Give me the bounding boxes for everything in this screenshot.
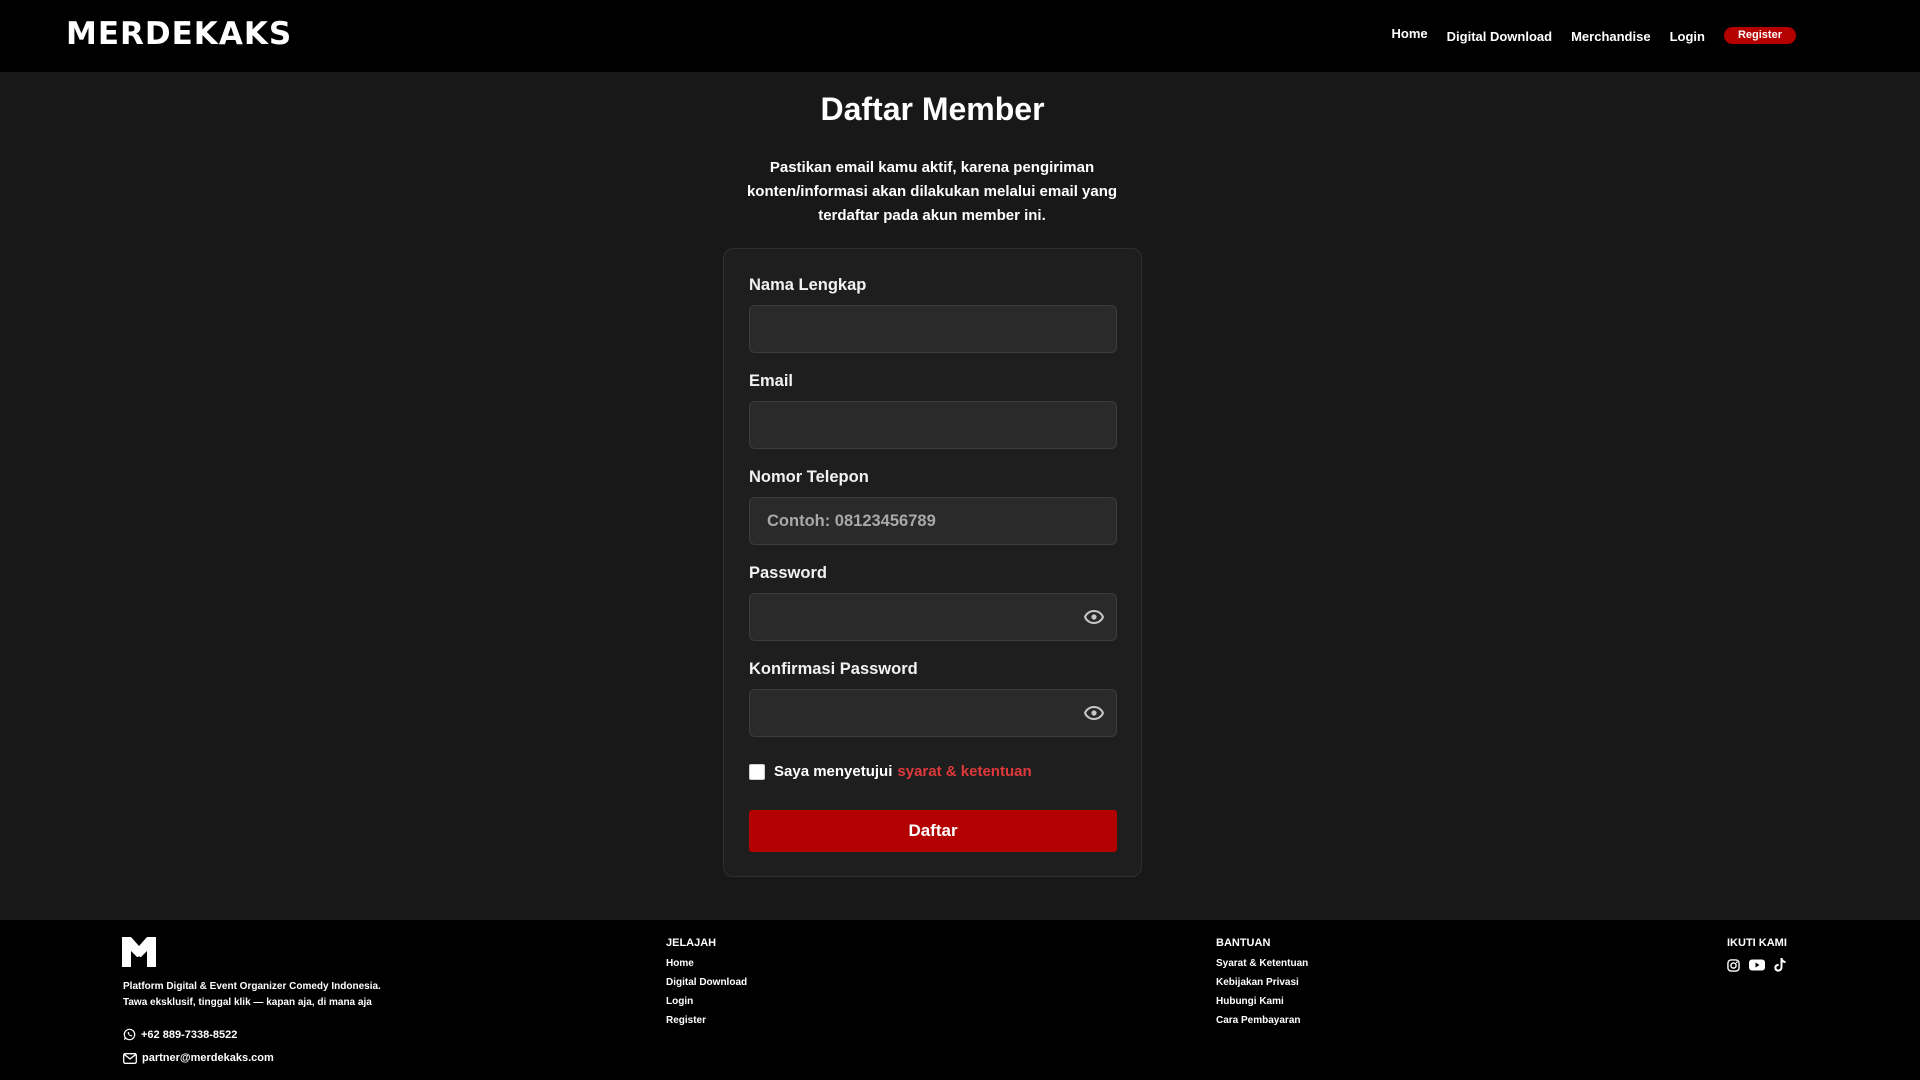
terms-row: Saya menyetujui syarat & ketentuan xyxy=(749,763,1032,780)
phone-label: Nomor Telepon xyxy=(749,468,869,486)
tiktok-icon[interactable] xyxy=(1774,958,1786,972)
nav-digital-download[interactable]: Digital Download xyxy=(1447,29,1552,44)
full-name-input[interactable] xyxy=(749,305,1117,353)
follow-heading: IKUTI KAMI xyxy=(1727,937,1787,949)
nav-merchandise[interactable]: Merchandise xyxy=(1571,29,1650,44)
footer-link-digital-download[interactable]: Digital Download xyxy=(666,977,747,996)
register-form: Nama Lengkap Email Nomor Telepon Passwor… xyxy=(723,248,1142,877)
site-footer: Platform Digital & Event Organizer Comed… xyxy=(0,920,1920,1080)
confirm-password-label: Konfirmasi Password xyxy=(749,660,918,678)
page-title: Daftar Member xyxy=(820,91,1045,127)
nav-login[interactable]: Login xyxy=(1670,29,1705,44)
footer-link-payment[interactable]: Cara Pembayaran xyxy=(1216,1015,1308,1034)
footer-email[interactable]: partner@merdekaks.com xyxy=(123,1052,274,1064)
footer-phone[interactable]: +62 889-7338-8522 xyxy=(123,1028,237,1041)
mail-icon xyxy=(123,1052,137,1064)
site-header: MERDEKAKS Home Digital Download Merchand… xyxy=(0,0,1920,72)
terms-checkbox[interactable] xyxy=(749,763,765,780)
footer-link-login[interactable]: Login xyxy=(666,996,747,1015)
password-label: Password xyxy=(749,564,827,582)
footer-link-register[interactable]: Register xyxy=(666,1015,747,1034)
youtube-icon[interactable] xyxy=(1749,959,1765,971)
show-password-eye-icon[interactable] xyxy=(1083,606,1105,628)
email-notice: Pastikan email kamu aktif, karena pengir… xyxy=(746,159,1118,224)
footer-link-terms[interactable]: Syarat & Ketentuan xyxy=(1216,958,1308,977)
footer-link-privacy[interactable]: Kebijakan Privasi xyxy=(1216,977,1308,996)
password-input[interactable] xyxy=(749,593,1117,641)
phone-input[interactable] xyxy=(749,497,1117,545)
footer-explore: JELAJAH Home Digital Download Login Regi… xyxy=(666,937,747,1034)
main-nav: Home Digital Download Merchandise Login … xyxy=(1392,26,1796,45)
full-name-label: Nama Lengkap xyxy=(749,276,867,294)
footer-tagline-2: Tawa eksklusif, tinggal klik — kapan aja… xyxy=(123,997,372,1008)
nav-home[interactable]: Home xyxy=(1392,26,1428,41)
footer-follow: IKUTI KAMI xyxy=(1727,937,1795,972)
footer-logo-mark[interactable] xyxy=(122,937,156,967)
confirm-password-input[interactable] xyxy=(749,689,1117,737)
footer-help: BANTUAN Syarat & Ketentuan Kebijakan Pri… xyxy=(1216,937,1308,1034)
footer-tagline-1: Platform Digital & Event Organizer Comed… xyxy=(123,981,381,992)
terms-text: Saya menyetujui xyxy=(774,763,893,780)
explore-heading: JELAJAH xyxy=(666,937,717,949)
whatsapp-icon xyxy=(123,1028,136,1041)
footer-link-home[interactable]: Home xyxy=(666,958,747,977)
footer-link-contact[interactable]: Hubungi Kami xyxy=(1216,996,1308,1015)
social-links xyxy=(1727,958,1795,972)
show-confirm-password-eye-icon[interactable] xyxy=(1083,702,1105,724)
footer-phone-text: +62 889-7338-8522 xyxy=(141,1028,238,1041)
help-heading: BANTUAN xyxy=(1216,937,1271,949)
email-input[interactable] xyxy=(749,401,1117,449)
email-label: Email xyxy=(749,372,794,390)
site-logo[interactable]: MERDEKAKS xyxy=(66,16,292,52)
footer-email-text: partner@merdekaks.com xyxy=(142,1052,274,1064)
nav-register-button[interactable]: Register xyxy=(1723,27,1796,44)
submit-register-button[interactable]: Daftar xyxy=(749,810,1117,852)
instagram-icon[interactable] xyxy=(1727,958,1740,972)
terms-link[interactable]: syarat & ketentuan xyxy=(897,763,1031,780)
footer-description: Platform Digital & Event Organizer Comed… xyxy=(123,979,381,1011)
